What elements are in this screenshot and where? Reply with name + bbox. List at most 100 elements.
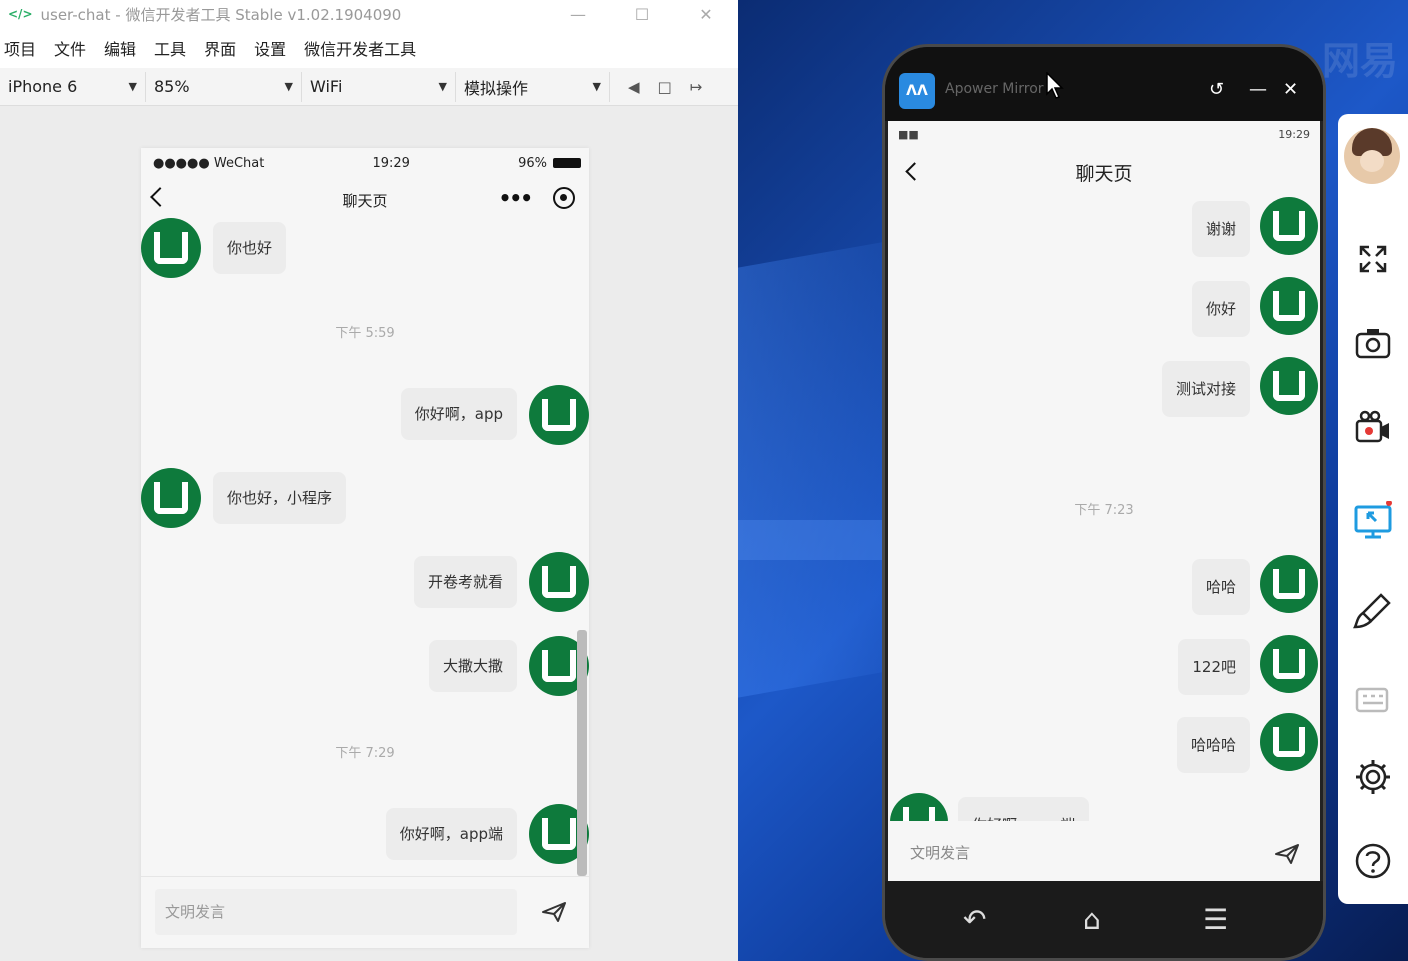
nav-bar: 聊天页 xyxy=(888,147,1320,197)
mirror-titlebar: ΛΛ Apower Mirror ↺ — ✕ xyxy=(885,47,1323,121)
chevron-down-icon: ▼ xyxy=(128,80,137,93)
message-input-bar: 文明发言 xyxy=(888,821,1320,887)
android-home-icon[interactable]: ⌂ xyxy=(1083,903,1101,936)
toolbar-icons: ◀ □ ↦ xyxy=(610,78,702,96)
menu-edit[interactable]: 编辑 xyxy=(104,36,136,60)
zoom-select-value: 85% xyxy=(154,77,190,96)
video-record-icon[interactable] xyxy=(1352,406,1394,448)
operation-select[interactable]: 模拟操作 ▼ xyxy=(456,71,610,102)
user-avatar[interactable] xyxy=(1344,128,1400,184)
message-bubble: 你好 xyxy=(1191,281,1250,337)
back-arrow-icon[interactable] xyxy=(150,187,170,207)
more-icon[interactable]: ••• xyxy=(499,186,533,210)
message-bubble: 你好啊，app xyxy=(400,388,517,440)
menu-tools[interactable]: 工具 xyxy=(154,36,186,60)
message-bubble: 哈哈 xyxy=(1191,559,1250,615)
netease-watermark: 网易 xyxy=(1321,39,1398,83)
menu-file[interactable]: 文件 xyxy=(54,36,86,60)
operation-select-value: 模拟操作 xyxy=(464,78,529,98)
brush-icon[interactable] xyxy=(1352,590,1394,632)
menu-settings[interactable]: 设置 xyxy=(254,36,286,60)
message-input[interactable]: 文明发言 xyxy=(900,829,1250,877)
avatar xyxy=(529,385,589,445)
back-arrow-icon[interactable] xyxy=(905,162,924,181)
status-time: 19:29 xyxy=(372,155,410,171)
chevron-down-icon: ▼ xyxy=(592,80,601,93)
avatar xyxy=(1260,357,1318,415)
message-bubble: 测试对接 xyxy=(1161,361,1250,417)
screen-cast-icon[interactable] xyxy=(1352,500,1394,542)
window-icon[interactable]: □ xyxy=(658,78,672,96)
zoom-select[interactable]: 85% ▼ xyxy=(146,71,302,102)
message-bubble: 122吧 xyxy=(1178,639,1250,695)
close-button[interactable]: ✕ xyxy=(674,5,738,24)
close-button[interactable]: ✕ xyxy=(1283,79,1298,100)
mouse-cursor-icon xyxy=(1046,72,1064,99)
battery-icon xyxy=(552,158,581,168)
mirrored-phone-screen: ■■ 19:29 聊天页 谢谢 你好 测试对接 下午 7:23 哈哈 122吧 xyxy=(888,121,1320,887)
avatar xyxy=(1260,555,1318,613)
avatar xyxy=(1260,197,1318,255)
simulator-phone: ●●●●● WeChat 19:29 96% 聊天页 ••• 你也好 下午 5:… xyxy=(141,148,589,948)
battery-indicator: 96% xyxy=(518,156,581,171)
send-icon[interactable] xyxy=(541,901,567,923)
page-title: 聊天页 xyxy=(1075,162,1133,185)
phone-status-bar: ■■ 19:29 xyxy=(888,121,1320,147)
keyboard-icon[interactable] xyxy=(1352,676,1394,718)
message-bubble: 大撒大撒 xyxy=(428,640,517,692)
minimize-button[interactable]: — xyxy=(1249,79,1267,100)
maximize-button[interactable]: ☐ xyxy=(610,5,674,24)
camera-icon[interactable] xyxy=(1352,322,1394,364)
menu-project[interactable]: 项目 xyxy=(4,36,36,60)
message-bubble: 谢谢 xyxy=(1191,201,1250,257)
message-timestamp: 下午 7:29 xyxy=(335,746,395,761)
detach-icon[interactable]: ↦ xyxy=(690,78,703,96)
history-icon[interactable]: ↺ xyxy=(1209,79,1224,100)
close-circle-icon[interactable] xyxy=(553,187,575,209)
device-select[interactable]: iPhone 6 ▼ xyxy=(0,71,146,102)
status-time: 19:29 xyxy=(1278,127,1310,141)
menu-interface[interactable]: 界面 xyxy=(204,36,236,60)
android-back-icon[interactable]: ↶ xyxy=(963,903,986,936)
network-select-value: WiFi xyxy=(310,77,343,96)
wechat-devtools-window: </> user-chat - 微信开发者工具 Stable v1.02.190… xyxy=(0,0,738,961)
windows-desktop: 网易 ΛΛ Apower Mirror ↺ — ✕ ■■ 19:29 聊天页 谢… xyxy=(738,0,1408,961)
devtools-logo-icon: </> xyxy=(8,7,33,21)
mirror-side-toolbar xyxy=(1338,114,1408,904)
android-menu-icon[interactable]: ☰ xyxy=(1203,903,1228,936)
message-timestamp: 下午 5:59 xyxy=(335,326,395,341)
help-icon[interactable] xyxy=(1352,840,1394,882)
status-bar: ●●●●● WeChat 19:29 96% xyxy=(141,148,589,178)
fullscreen-icon[interactable] xyxy=(1352,238,1394,280)
chevron-down-icon: ▼ xyxy=(284,80,293,93)
settings-gear-icon[interactable] xyxy=(1352,756,1394,798)
apowermirror-logo-icon: ΛΛ xyxy=(899,73,935,109)
simulator-toolbar: iPhone 6 ▼ 85% ▼ WiFi ▼ 模拟操作 ▼ ◀ □ ↦ xyxy=(0,68,738,106)
send-icon[interactable] xyxy=(1274,843,1300,865)
menu-bar: 项目 文件 编辑 工具 界面 设置 微信开发者工具 xyxy=(0,28,738,68)
scrollbar[interactable] xyxy=(577,630,587,876)
nav-bar: 聊天页 ••• xyxy=(141,178,589,222)
carrier-icon: ■■ xyxy=(898,127,919,141)
avatar xyxy=(141,468,201,528)
page-title: 聊天页 xyxy=(342,191,388,210)
message-bubble: 哈哈哈 xyxy=(1176,717,1250,773)
android-nav-bar: ↶ ⌂ ☰ xyxy=(885,881,1323,958)
device-select-value: iPhone 6 xyxy=(8,77,78,96)
message-bubble: 你也好 xyxy=(213,222,287,274)
mini-program-capsule: ••• xyxy=(499,186,575,210)
avatar xyxy=(529,552,589,612)
message-input[interactable]: 文明发言 xyxy=(155,889,517,935)
network-select[interactable]: WiFi ▼ xyxy=(302,71,456,102)
carrier-label: ●●●●● WeChat xyxy=(153,155,265,171)
menu-wechat-devtools[interactable]: 微信开发者工具 xyxy=(304,36,416,60)
message-timestamp: 下午 7:23 xyxy=(1074,503,1134,518)
message-bubble: 你也好，小程序 xyxy=(213,472,347,524)
avatar xyxy=(1260,635,1318,693)
avatar xyxy=(1260,713,1318,771)
speaker-icon[interactable]: ◀ xyxy=(628,78,640,96)
window-titlebar: </> user-chat - 微信开发者工具 Stable v1.02.190… xyxy=(0,0,738,28)
avatar xyxy=(141,218,201,278)
minimize-button[interactable]: — xyxy=(546,5,610,24)
mirror-app-name: Apower Mirror xyxy=(945,81,1044,97)
